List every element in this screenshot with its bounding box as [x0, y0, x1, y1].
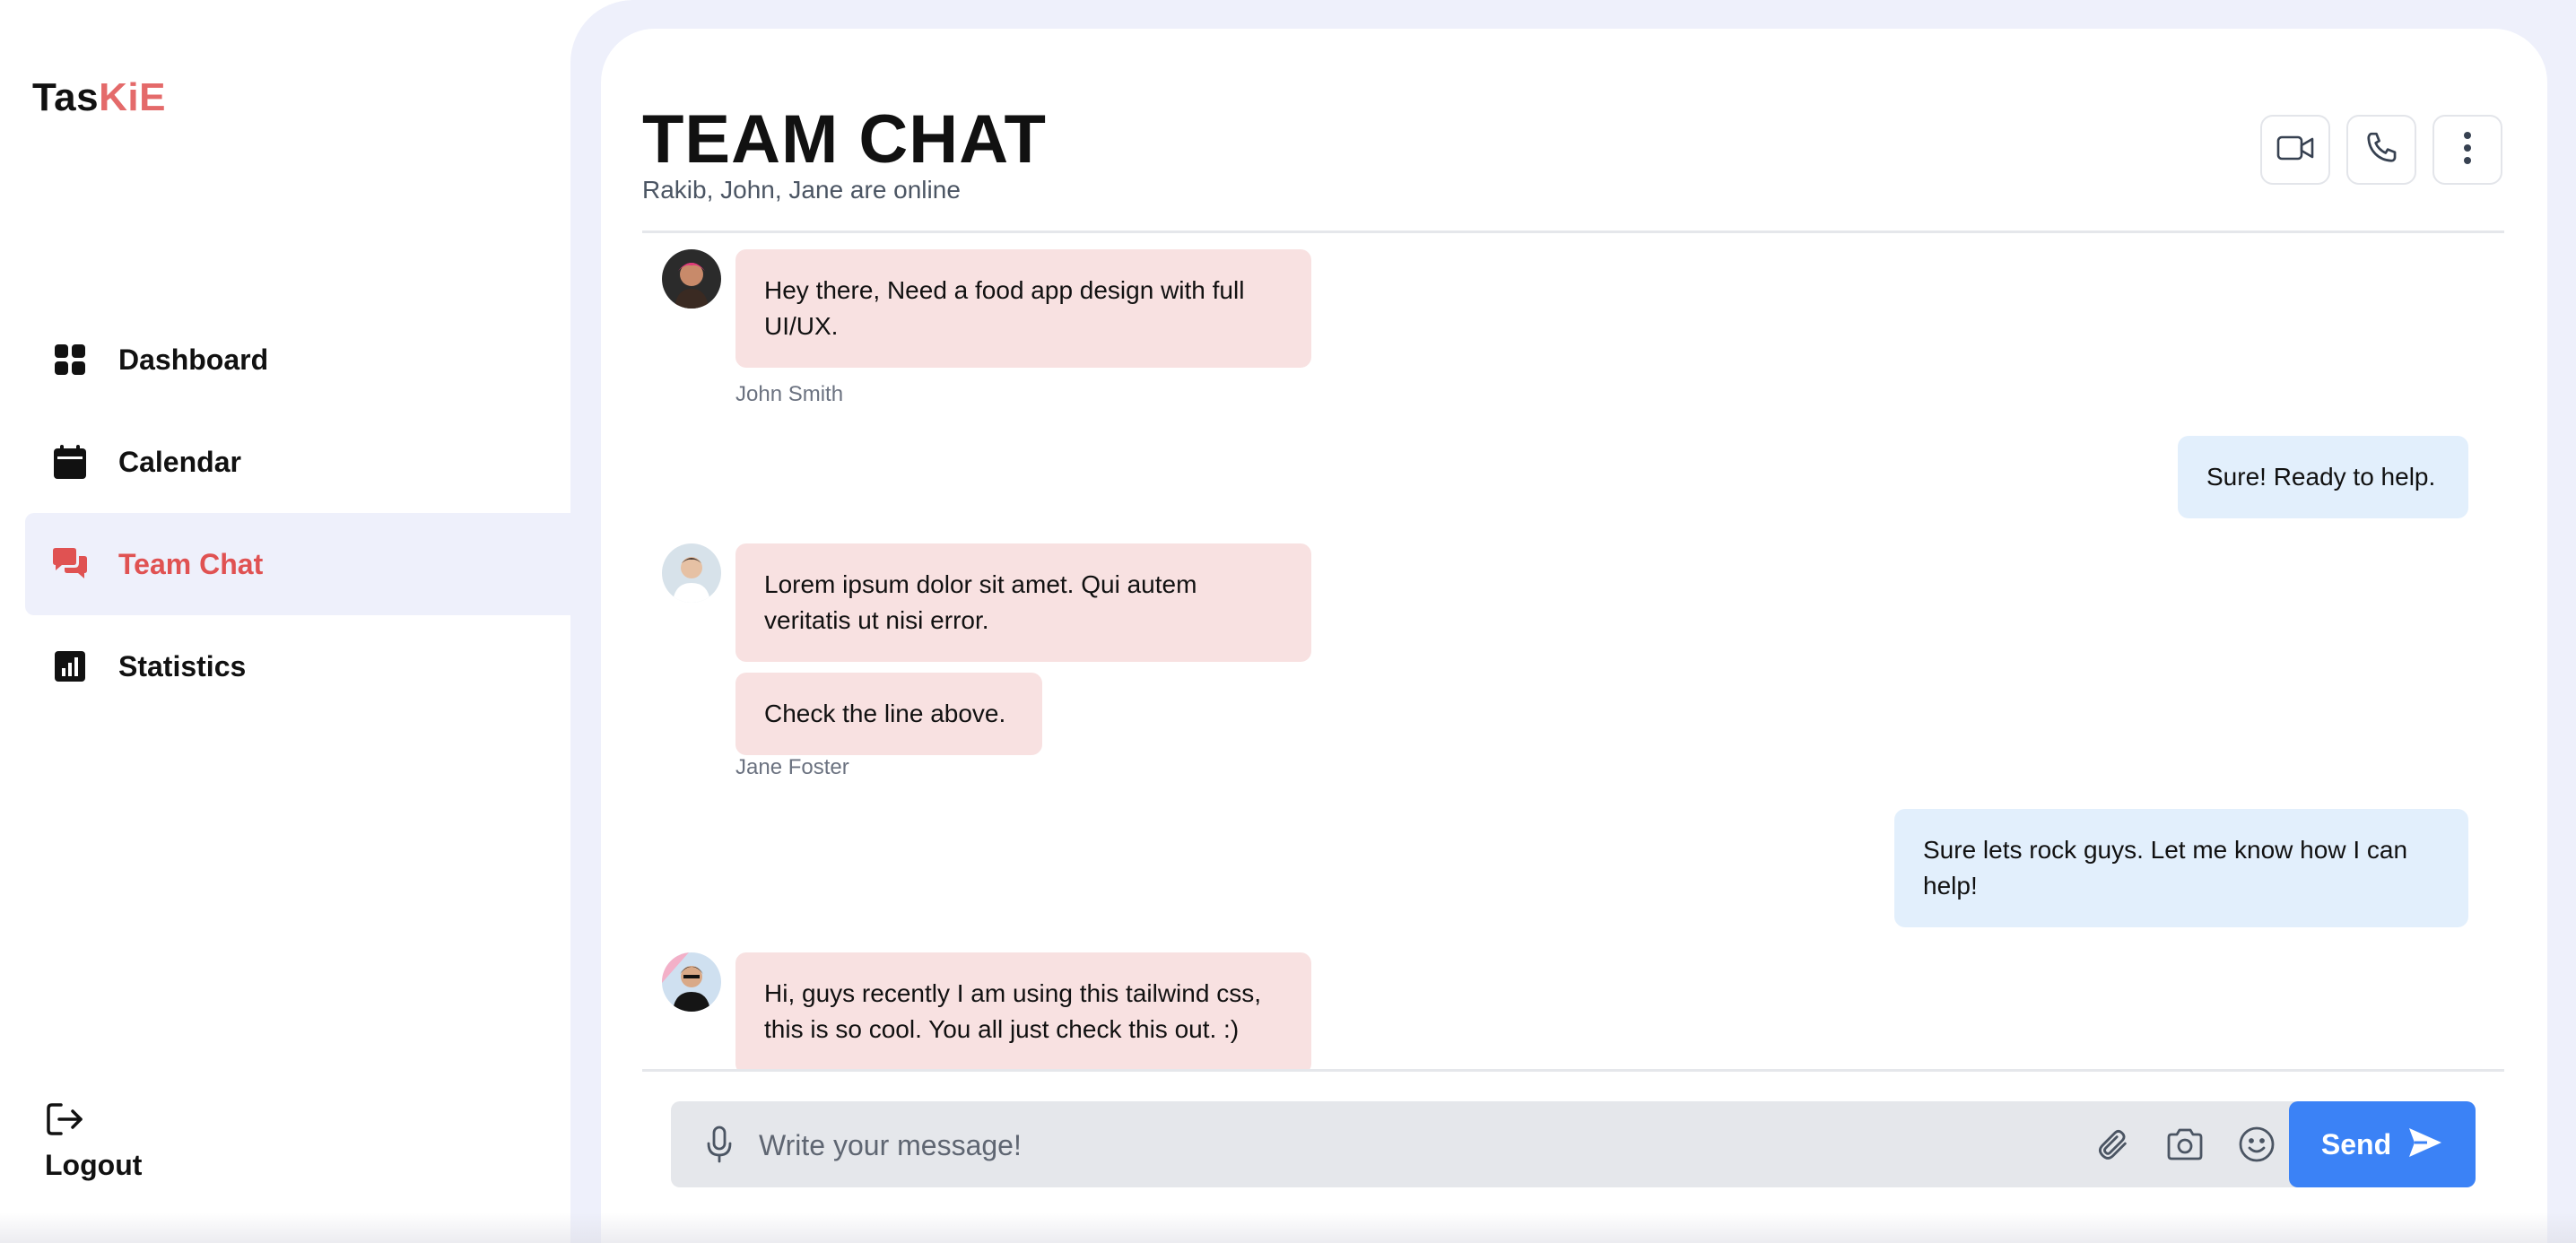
message-bubble: Hi, guys recently I am using this tailwi… [735, 952, 1311, 1069]
logout-icon [45, 1103, 84, 1141]
grid-icon [50, 340, 90, 379]
sidebar-item-label: Statistics [118, 649, 247, 682]
emoji-icon[interactable] [2235, 1123, 2278, 1166]
page-title: TEAM CHAT [642, 101, 1047, 178]
more-options-button[interactable] [2432, 115, 2502, 185]
send-button[interactable]: Send [2289, 1101, 2476, 1187]
message-bubble: Lorem ipsum dolor sit amet. Qui autem ve… [735, 543, 1311, 662]
send-icon [2407, 1126, 2443, 1163]
logout-button[interactable]: Logout [45, 1101, 142, 1182]
calendar-icon [50, 442, 90, 482]
message-input[interactable] [757, 1117, 1837, 1173]
phone-call-button[interactable] [2346, 115, 2416, 185]
more-vertical-icon [2463, 130, 2472, 170]
sender-name: Jane Foster [735, 755, 849, 779]
video-call-icon [2276, 135, 2314, 166]
paperclip-icon[interactable] [2092, 1123, 2135, 1166]
message-bubble: Sure lets rock guys. Let me know how I c… [1894, 809, 2468, 927]
sender-name: John Smith [735, 382, 844, 406]
camera-icon[interactable] [2163, 1123, 2206, 1166]
sidebar-item-calendar[interactable]: Calendar [25, 411, 570, 513]
sidebar: TasKiE Dashboard Calendar Team Chat Stat… [0, 0, 570, 1243]
sidebar-item-label: Team Chat [118, 547, 264, 580]
message-bubble: Check the line above. [735, 673, 1042, 755]
logout-label: Logout [45, 1149, 143, 1181]
chat-icon [50, 544, 90, 584]
sidebar-nav: Dashboard Calendar Team Chat Statistics [25, 309, 570, 717]
logo-text-accent: KiE [99, 75, 166, 119]
sidebar-item-dashboard[interactable]: Dashboard [25, 309, 570, 411]
message-list[interactable]: Hey there, Need a food app design with f… [642, 235, 2504, 1069]
app-logo[interactable]: TasKiE [32, 75, 166, 120]
online-status: Rakib, John, Jane are online [642, 176, 961, 204]
bottom-shadow [0, 1213, 2576, 1243]
message-bubble: Hey there, Need a food app design with f… [735, 249, 1311, 368]
message-composer: Send [671, 1101, 2476, 1187]
logo-text-primary: Tas [32, 75, 100, 119]
video-call-button[interactable] [2260, 115, 2330, 185]
avatar[interactable] [662, 249, 721, 309]
composer-divider [642, 1069, 2504, 1072]
sidebar-item-statistics[interactable]: Statistics [25, 615, 570, 717]
sidebar-item-label: Calendar [118, 445, 241, 478]
avatar[interactable] [662, 543, 721, 603]
send-label: Send [2320, 1127, 2392, 1160]
sidebar-item-label: Dashboard [118, 343, 269, 376]
sidebar-item-team-chat[interactable]: Team Chat [25, 513, 570, 615]
microphone-icon[interactable] [698, 1123, 741, 1166]
phone-icon [2364, 131, 2398, 170]
header-divider [642, 230, 2504, 233]
bar-chart-icon [50, 647, 90, 686]
message-bubble: Sure! Ready to help. [2178, 436, 2468, 518]
avatar[interactable] [662, 952, 721, 1012]
